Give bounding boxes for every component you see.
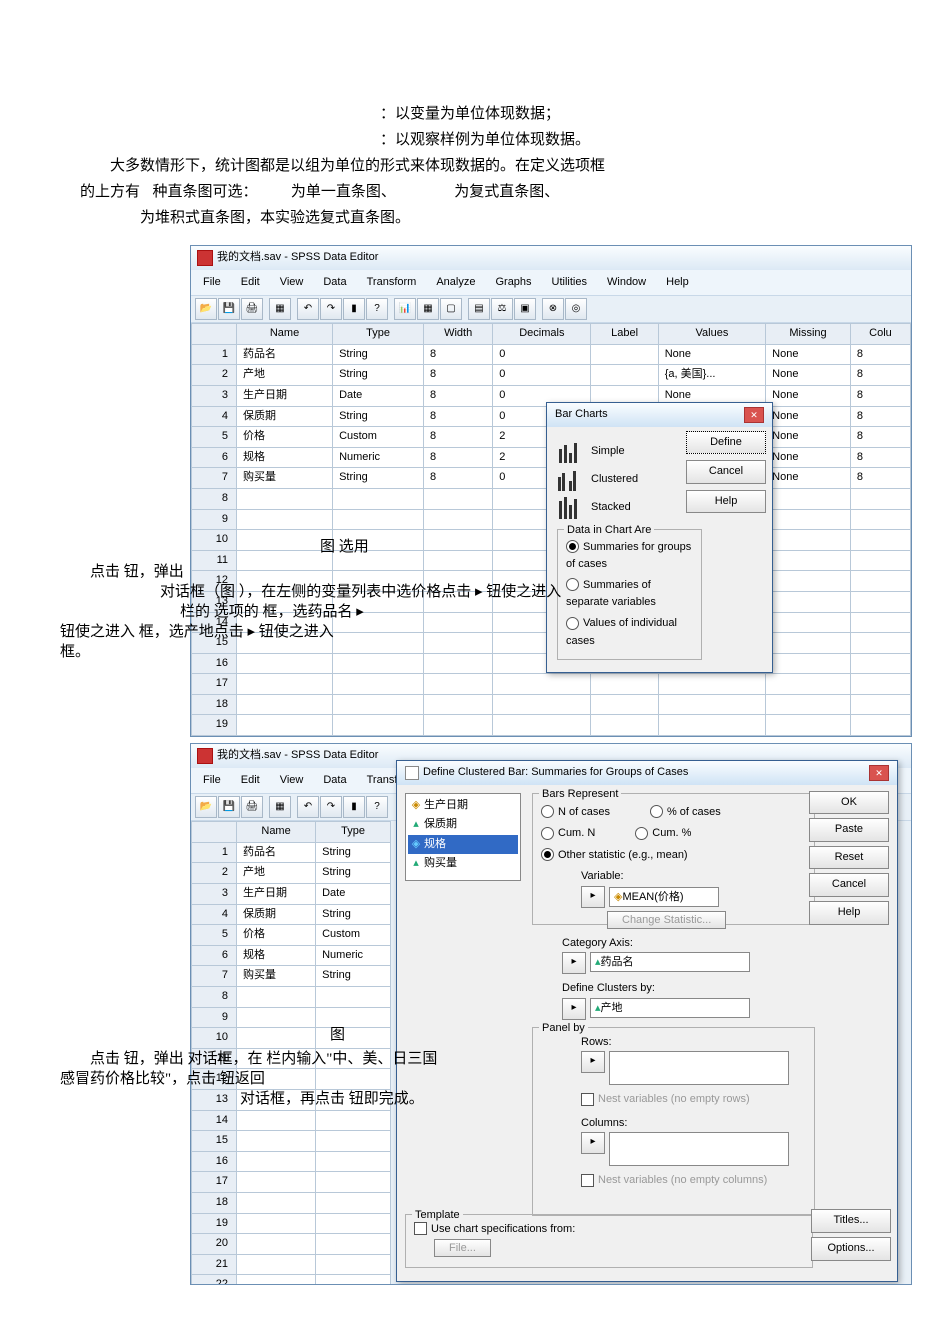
use-sets-icon[interactable]: ◎ — [565, 298, 587, 320]
menu-analyze[interactable]: Analyze — [428, 272, 483, 294]
insert-case-icon[interactable]: ▢ — [440, 298, 462, 320]
split-icon[interactable]: ▤ — [468, 298, 490, 320]
weight-icon[interactable]: ⚖ — [491, 298, 513, 320]
define-clustered-bar-dialog[interactable]: Define Clustered Bar: Summaries for Grou… — [396, 760, 898, 1282]
radio-cum-pct[interactable] — [635, 827, 648, 840]
undo-icon[interactable]: ↶ — [297, 796, 319, 818]
redo-icon[interactable]: ↷ — [320, 298, 342, 320]
file-button[interactable]: File... — [434, 1239, 491, 1257]
menu-graphs[interactable]: Graphs — [487, 272, 539, 294]
options-button[interactable]: Options... — [811, 1237, 891, 1261]
radio-cum-n[interactable] — [541, 827, 554, 840]
dialog-title: Bar Charts — [555, 406, 608, 424]
window-title-bar: 我的文档.sav - SPSS Data Editor — [191, 246, 911, 270]
variable-grid-2[interactable]: NameType 1药品名String 2产地String 3生产日期Date … — [191, 821, 391, 1285]
radio-groups-of-cases[interactable] — [566, 540, 579, 553]
variable-field[interactable]: ◈MEAN(价格) — [609, 887, 719, 907]
intro-text: ：以变量为单位体现数据； ：以观察样例为单位体现数据。 大多数情形下，统计图都是… — [80, 102, 870, 230]
toolbar: 📂 💾 🖨 ▦ ↶ ↷ ▮ ? 📊 ▦ ▢ ▤ ⚖ ▣ ⊗ ◎ — [191, 295, 911, 323]
move-category-button[interactable]: ▸ — [562, 952, 586, 974]
columns-field[interactable] — [609, 1132, 789, 1166]
insert-icon[interactable]: ▦ — [417, 298, 439, 320]
category-axis-field[interactable]: ▴药品名 — [590, 952, 750, 972]
select-icon[interactable]: ▣ — [514, 298, 536, 320]
menu-file[interactable]: File — [195, 272, 229, 294]
app-icon — [197, 250, 213, 266]
undo-icon[interactable]: ↶ — [297, 298, 319, 320]
find-icon[interactable]: ? — [366, 796, 388, 818]
help-button[interactable]: Help — [686, 490, 766, 514]
value-labels-icon[interactable]: ⊗ — [542, 298, 564, 320]
menu-edit[interactable]: Edit — [233, 272, 268, 294]
move-rows-button[interactable]: ▸ — [581, 1051, 605, 1073]
paste-button[interactable]: Paste — [809, 818, 889, 842]
print-icon[interactable]: 🖨 — [241, 298, 263, 320]
variable-list[interactable]: ◈生产日期 ▴保质期 ◈规格 ▴购买量 — [405, 793, 521, 881]
radio-separate-vars[interactable] — [566, 578, 579, 591]
help-button[interactable]: Help — [809, 901, 889, 925]
redo-icon[interactable]: ↷ — [320, 796, 342, 818]
radio-pct-cases[interactable] — [650, 805, 663, 818]
close-icon[interactable]: ✕ — [869, 765, 889, 781]
ok-button[interactable]: OK — [809, 791, 889, 815]
dialog-title: Define Clustered Bar: Summaries for Grou… — [423, 764, 688, 782]
dialog-recall-icon[interactable]: ▦ — [269, 298, 291, 320]
app-icon — [197, 748, 213, 764]
menu-utilities[interactable]: Utilities — [544, 272, 595, 294]
rows-field[interactable] — [609, 1051, 789, 1085]
use-chart-spec-checkbox[interactable] — [414, 1222, 427, 1235]
define-button[interactable]: Define — [686, 431, 766, 455]
close-icon[interactable]: ✕ — [744, 407, 764, 423]
clustered-bar-icon[interactable] — [557, 467, 585, 491]
print-icon[interactable]: 🖨 — [241, 796, 263, 818]
radio-individual-cases[interactable] — [566, 617, 579, 630]
menu-bar[interactable]: File Edit View Data Transform Analyze Gr… — [191, 270, 911, 296]
move-cluster-button[interactable]: ▸ — [562, 998, 586, 1020]
window-title: 我的文档.sav - SPSS Data Editor — [217, 249, 378, 267]
bar-charts-dialog[interactable]: Bar Charts✕ Simple Clustered Stacked Dat… — [546, 402, 773, 673]
open-icon[interactable]: 📂 — [195, 298, 217, 320]
menu-view[interactable]: View — [272, 272, 312, 294]
save-icon[interactable]: 💾 — [218, 796, 240, 818]
define-clusters-field[interactable]: ▴产地 — [590, 998, 750, 1018]
radio-n-cases[interactable] — [541, 805, 554, 818]
menu-help[interactable]: Help — [658, 272, 697, 294]
cancel-button[interactable]: Cancel — [809, 873, 889, 897]
stacked-bar-icon[interactable] — [557, 495, 585, 519]
open-icon[interactable]: 📂 — [195, 796, 217, 818]
find-icon[interactable]: ? — [366, 298, 388, 320]
simple-bar-icon[interactable] — [557, 439, 585, 463]
change-statistic-button[interactable]: Change Statistic... — [607, 911, 726, 929]
radio-other-stat[interactable] — [541, 848, 554, 861]
titles-button[interactable]: Titles... — [811, 1209, 891, 1233]
cancel-button[interactable]: Cancel — [686, 460, 766, 484]
chart-icon[interactable]: 📊 — [394, 298, 416, 320]
menu-window[interactable]: Window — [599, 272, 654, 294]
move-variable-button[interactable]: ▸ — [581, 886, 605, 908]
goto-icon[interactable]: ▮ — [343, 298, 365, 320]
nest-rows-checkbox — [581, 1093, 594, 1106]
menu-data[interactable]: Data — [315, 272, 354, 294]
save-icon[interactable]: 💾 — [218, 298, 240, 320]
dialog-icon — [405, 766, 419, 780]
screenshot-2: 我的文档.sav - SPSS Data Editor File Edit Vi… — [190, 743, 870, 1285]
nest-cols-checkbox — [581, 1174, 594, 1187]
screenshot-1: 我的文档.sav - SPSS Data Editor File Edit Vi… — [190, 245, 870, 737]
reset-button[interactable]: Reset — [809, 846, 889, 870]
goto-icon[interactable]: ▮ — [343, 796, 365, 818]
dialog-recall-icon[interactable]: ▦ — [269, 796, 291, 818]
move-cols-button[interactable]: ▸ — [581, 1132, 605, 1154]
menu-transform[interactable]: Transform — [359, 272, 425, 294]
